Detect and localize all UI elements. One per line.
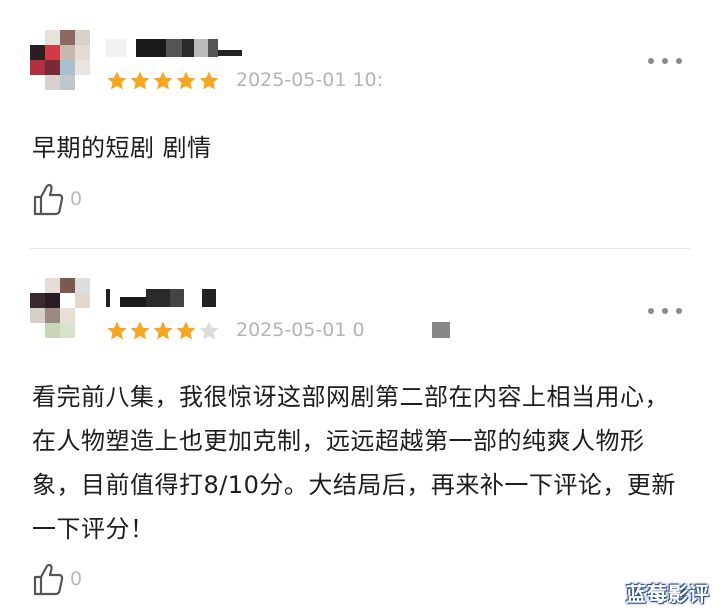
star-icon (130, 71, 150, 90)
watermark: 蓝莓影评 (626, 582, 710, 606)
rating-stars (106, 320, 220, 342)
star-icon (107, 321, 127, 340)
divider (30, 248, 690, 249)
more-options-button[interactable] (648, 302, 682, 320)
star-icon (130, 321, 150, 340)
avatar[interactable] (30, 30, 90, 90)
like-count: 0 (70, 568, 83, 590)
username[interactable] (106, 286, 216, 310)
star-icon (199, 321, 219, 340)
like-button[interactable]: 0 (32, 182, 82, 216)
review-text: 早期的短剧 剧情 (32, 134, 212, 162)
more-options-button[interactable] (648, 52, 682, 70)
star-icon (153, 321, 173, 340)
more-icon (648, 308, 654, 314)
review-card: 2025-05-01 10: 早期的短剧 剧情 0 (0, 0, 720, 248)
thumbs-up-icon (33, 183, 64, 216)
star-icon (176, 71, 196, 90)
star-icon (153, 71, 173, 90)
username[interactable] (106, 36, 242, 60)
more-icon (648, 58, 654, 64)
thumbs-up-icon (33, 563, 64, 596)
star-icon (199, 71, 219, 90)
like-count: 0 (70, 188, 83, 210)
review-card: 2025-05-01 0 看完前八集，我很惊讶这部网剧第二部在内容上相当用心，在… (0, 250, 720, 615)
rating-stars (106, 70, 220, 92)
review-text: 看完前八集，我很惊讶这部网剧第二部在内容上相当用心，在人物塑造上也更加克制，远远… (32, 383, 676, 543)
star-icon (176, 321, 196, 340)
like-button[interactable]: 0 (32, 562, 82, 596)
review-date: 2025-05-01 0 (236, 319, 365, 341)
redacted-block (432, 322, 450, 338)
review-date: 2025-05-01 10: (236, 69, 384, 91)
star-icon (107, 71, 127, 90)
avatar[interactable] (30, 278, 90, 338)
